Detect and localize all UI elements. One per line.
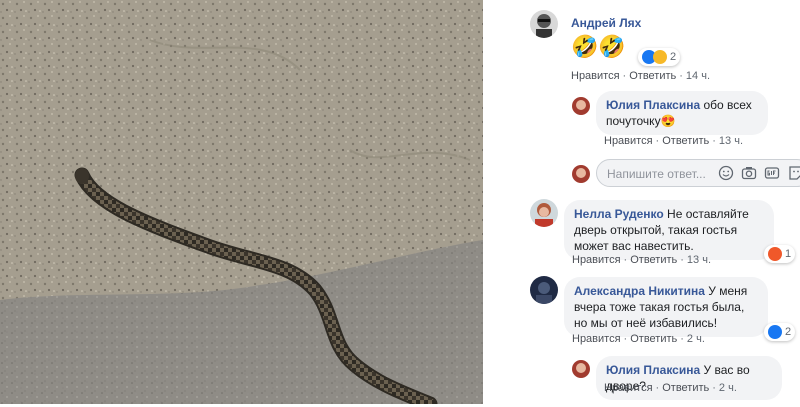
- like-reaction-icon: [768, 325, 782, 339]
- comment-bubble: Александра Никитина У меня вчера тоже та…: [564, 277, 768, 337]
- reply-link[interactable]: Ответить: [630, 254, 677, 266]
- haha-reaction-icon: [653, 50, 667, 64]
- like-link[interactable]: Нравится: [572, 333, 621, 345]
- comment-actions: Нравится · Ответить · 2 ч.: [572, 333, 705, 345]
- comment-author[interactable]: Александра Никитина: [574, 284, 705, 298]
- comments-panel: Андрей Лях 🤣🤣 2 Нравится · Ответить · 14 ч. …: [483, 0, 800, 404]
- reply-input[interactable]: Напишите ответ...: [596, 159, 800, 187]
- avatar-icon: [572, 97, 590, 115]
- comment-time[interactable]: 14 ч.: [686, 70, 710, 82]
- reaction-count: 2: [670, 51, 677, 63]
- avatar-icon: [572, 360, 590, 378]
- like-link[interactable]: Нравится: [604, 135, 653, 147]
- comment-time[interactable]: 2 ч.: [687, 333, 705, 345]
- avatar-yulia[interactable]: [572, 360, 590, 378]
- reply-placeholder: Напишите ответ...: [607, 167, 706, 181]
- avatar-current-user: [572, 165, 590, 183]
- reaction-count: 1: [785, 248, 792, 260]
- avatar-icon: [530, 10, 558, 38]
- camera-icon[interactable]: [741, 165, 757, 181]
- sticker-icon[interactable]: [788, 165, 800, 181]
- avatar-yulia[interactable]: [572, 97, 590, 115]
- like-link[interactable]: Нравится: [572, 254, 621, 266]
- reply-link[interactable]: Ответить: [629, 70, 676, 82]
- comment-author[interactable]: Юлия Плаксина: [606, 363, 700, 377]
- avatar-alexandra[interactable]: [530, 276, 558, 304]
- avatar-icon: [530, 276, 558, 304]
- avatar-andrey[interactable]: [530, 10, 558, 38]
- comment-actions: Нравится · Ответить · 13 ч.: [604, 135, 744, 147]
- reactions-badge[interactable]: 2: [764, 323, 796, 341]
- avatar-nella[interactable]: [530, 199, 558, 227]
- comment-time[interactable]: 13 ч.: [719, 135, 743, 147]
- emoji-icon[interactable]: [718, 165, 734, 181]
- comment-time[interactable]: 13 ч.: [687, 254, 711, 266]
- reply-link[interactable]: Ответить: [630, 333, 677, 345]
- like-link[interactable]: Нравится: [571, 70, 620, 82]
- comment-emoji-text: 🤣🤣: [571, 34, 626, 59]
- reply-link[interactable]: Ответить: [662, 135, 709, 147]
- comment-bubble: Нелла Руденко Не оставляйте дверь открыт…: [564, 200, 774, 260]
- comment-bubble: Юлия Плаксина обо всех почуточку😍: [596, 91, 768, 135]
- comment-author[interactable]: Андрей Лях: [571, 16, 641, 30]
- reaction-count: 2: [785, 326, 792, 338]
- angry-reaction-icon: [768, 247, 782, 261]
- gif-icon[interactable]: [764, 165, 780, 181]
- comment-actions: Нравится · Ответить · 2 ч.: [604, 382, 737, 394]
- avatar-icon: [530, 199, 558, 227]
- snake-photo[interactable]: [0, 0, 483, 407]
- comment-actions: Нравится · Ответить · 14 ч.: [571, 70, 711, 82]
- comment-actions: Нравится · Ответить · 13 ч.: [572, 254, 712, 266]
- comment-time[interactable]: 2 ч.: [719, 382, 737, 394]
- photo-image: [0, 0, 483, 407]
- comment-author[interactable]: Нелла Руденко: [574, 207, 664, 221]
- avatar-icon: [572, 165, 590, 183]
- like-link[interactable]: Нравится: [604, 382, 653, 394]
- reply-link[interactable]: Ответить: [662, 382, 709, 394]
- reactions-badge[interactable]: 2: [638, 48, 681, 66]
- reactions-badge[interactable]: 1: [764, 245, 796, 263]
- comment-author[interactable]: Юлия Плаксина: [606, 98, 700, 112]
